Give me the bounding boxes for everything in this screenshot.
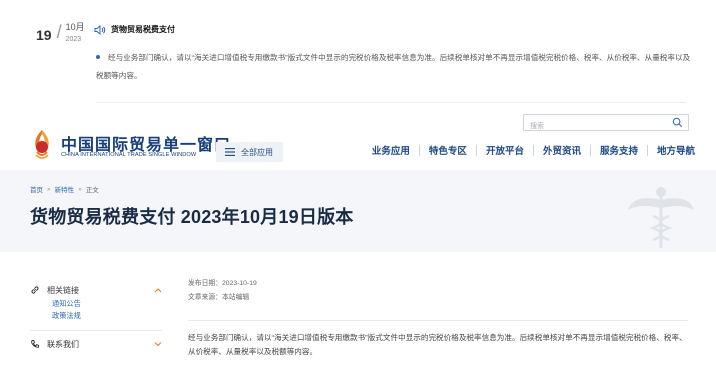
bullet-dot [96, 55, 100, 59]
logo-subtitle: CHINA INTERNATIONAL TRADE SINGLE WINDOW [61, 152, 197, 158]
related-links-text: 相关链接 [47, 285, 79, 295]
menu-icon [225, 148, 235, 156]
sidebar-link-announcements[interactable]: 通知公告 [52, 298, 162, 310]
publish-date: 发布日期：2023-10-19 [188, 280, 257, 287]
nav-item-local[interactable]: 地方导航 [648, 143, 704, 157]
date-slash: / [56, 22, 62, 42]
nav-item-support[interactable]: 服务支持 [591, 143, 647, 157]
article-source: 文章来源：本站编辑 [188, 294, 250, 301]
breadcrumb-separator: » [78, 185, 82, 193]
breadcrumb-current: 正文 [85, 187, 99, 194]
chevron-up-icon[interactable] [154, 287, 162, 293]
all-apps-button[interactable]: 全部应用 [216, 142, 283, 162]
notice-body: 经与业务部门确认，请以“海关进口增值税专用缴款书”版式文件中显示的完税价格及税率… [96, 49, 696, 85]
breadcrumb-new-features[interactable]: 新特性 [55, 184, 75, 194]
sidebar-divider [30, 330, 162, 331]
article-body: 经与业务部门确认，请以“海关进口增值税专用缴款书”版式文件中显示的完税价格及税率… [188, 333, 687, 356]
speaker-icon [94, 24, 106, 35]
sidebar-related-links-header[interactable]: 相关链接 [30, 282, 162, 298]
search-box[interactable] [523, 114, 689, 134]
sidebar-link-policies[interactable]: 政策法规 [52, 310, 162, 322]
breadcrumb-separator: » [47, 185, 51, 193]
notice-day: 19 [36, 27, 52, 43]
notice-year: 2023 [65, 36, 82, 43]
article-meta: 发布日期：2023-10-19 文章来源：本站编辑 [188, 277, 257, 305]
caduceus-watermark-icon [628, 187, 694, 248]
link-icon [31, 286, 39, 294]
sidebar: 相关链接 通知公告 政策法规 联系我们 [30, 282, 162, 352]
notice-title-text: 货物贸易税费支付 [111, 25, 175, 34]
all-apps-label: 全部应用 [241, 147, 273, 157]
notice-month: 10月 [65, 22, 85, 32]
chevron-down-icon[interactable] [154, 341, 162, 347]
breadcrumb: 首页 » 新特性 » 正文 [30, 184, 99, 195]
nav-item-business[interactable]: 业务应用 [363, 143, 419, 157]
logo-icon[interactable] [30, 128, 54, 160]
contact-us-text: 联系我们 [47, 339, 79, 349]
search-input[interactable] [524, 119, 664, 134]
sidebar-contact-header[interactable]: 联系我们 [30, 336, 162, 352]
phone-icon [31, 340, 40, 348]
notice-date: 19 / 10月 2023 [36, 18, 85, 46]
search-icon[interactable] [672, 117, 683, 128]
notice-divider [96, 102, 686, 103]
notice-title[interactable]: 货物贸易税费支付 [94, 24, 175, 35]
notice-month-year: 10月 2023 [66, 18, 85, 45]
article-divider [188, 320, 688, 321]
notice-body-text: 经与业务部门确认，请以“海关进口增值税专用缴款书”版式文件中显示的完税价格及税率… [96, 53, 691, 80]
sidebar-contact-label: 联系我们 [30, 339, 79, 350]
nav-item-featured[interactable]: 特色专区 [420, 143, 476, 157]
main-nav: 业务应用 特色专区 开放平台 外贸资讯 服务支持 地方导航 [363, 143, 704, 157]
notice-card: 19 / 10月 2023 货物贸易税费支付 经与业务部门确认，请以“海关进口增… [0, 0, 716, 108]
sidebar-related-links-label: 相关链接 [30, 285, 79, 296]
nav-item-trade-news[interactable]: 外贸资讯 [534, 143, 590, 157]
page-title: 货物贸易税费支付 2023年10月19日版本 [30, 207, 354, 227]
nav-item-open-platform[interactable]: 开放平台 [477, 143, 533, 157]
breadcrumb-home[interactable]: 首页 [30, 184, 43, 194]
